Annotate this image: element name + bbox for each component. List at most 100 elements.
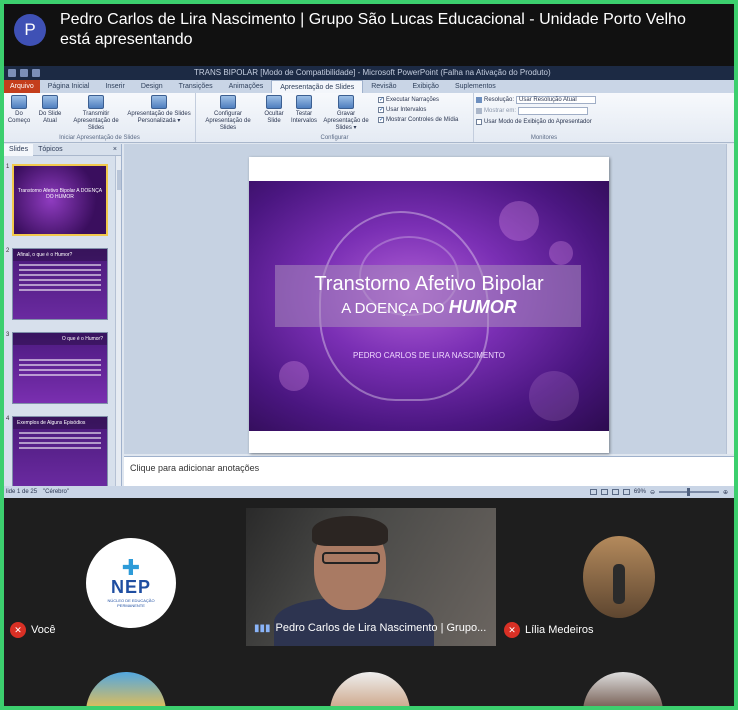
undo-icon[interactable] (20, 69, 28, 77)
slide-thumbnails: 1 Transtorno Afetivo Bipolar A DOENÇA DO… (4, 156, 121, 486)
medical-cross-icon: ✚ (121, 554, 141, 580)
speaker-video-tile[interactable]: ▮▮▮ Pedro Carlos de Lira Nascimento | Gr… (246, 508, 496, 646)
check-icon: ✓ (378, 96, 385, 103)
hide-slide-button[interactable]: Ocultar Slide (261, 95, 287, 132)
speaker-hair (312, 516, 388, 546)
thumb-number: 2 (6, 248, 10, 254)
slide-thumbnail[interactable]: O que é o Humor? (12, 332, 108, 404)
thumbnails-scrollbar[interactable] (115, 156, 121, 486)
from-current-button[interactable]: Do Slide Atual (35, 95, 65, 132)
slideshow-current-icon (42, 95, 58, 109)
thumb-title: Afinal, o que é o Humor? (13, 249, 107, 261)
from-start-button[interactable]: Do Começo (6, 95, 32, 132)
ppt-window-title: TRANS BIPOLAR [Modo de Compatibilidade] … (194, 68, 551, 77)
ribbon: Do Começo Do Slide Atual Transmitir Apre… (4, 93, 734, 143)
slide-thumbnail[interactable]: Transtorno Afetivo Bipolar A DOENÇA DO H… (12, 164, 108, 236)
show-on-select[interactable] (518, 106, 589, 115)
tab-topicos[interactable]: Tópicos (33, 146, 68, 153)
tab-design[interactable]: Design (133, 80, 171, 93)
slide-editing-area: Transtorno Afetivo Bipolar A DOENÇA DO H… (124, 144, 734, 454)
tab-animacoes[interactable]: Animações (221, 80, 272, 93)
tile-label-lilia: ✕ Lília Medeiros (504, 622, 593, 638)
hide-slide-icon (266, 95, 282, 109)
tab-transicoes[interactable]: Transições (171, 80, 221, 93)
tab-slides[interactable]: Slides (4, 143, 34, 156)
participant-avatar (583, 672, 663, 710)
tab-apresentacao[interactable]: Apresentação de Slides (271, 80, 364, 93)
avatar-lilia (583, 536, 655, 618)
participant-avatar (86, 672, 166, 710)
slide-thumbnail[interactable]: Exemplos de Alguns Episódios (12, 416, 108, 486)
slideshow-view-icon[interactable] (622, 489, 630, 495)
check-icon: ✓ (378, 116, 385, 123)
logo-subtext: NÚCLEO DE EDUCAÇÃO PERMANENTE (107, 597, 155, 608)
quick-access-toolbar[interactable] (8, 69, 40, 77)
monitor-icon (476, 107, 482, 114)
participant-avatar (330, 672, 410, 710)
ribbon-group-monitors: Resolução: Usar Resolução Atual Mostrar e… (474, 93, 614, 142)
close-pane-icon[interactable]: × (108, 146, 121, 153)
thumb-title: O que é o Humor? (13, 333, 107, 345)
thumb-number: 3 (6, 332, 10, 338)
broadcast-button[interactable]: Transmitir Apresentação de Slides (68, 95, 124, 132)
ribbon-group-label: Monitores (530, 135, 558, 141)
resolution-select[interactable]: Usar Resolução Atual (516, 95, 597, 104)
slide-subtitle: A DOENÇA DO HUMOR (341, 297, 517, 317)
presenter-avatar: P (14, 14, 46, 46)
custom-show-button[interactable]: Apresentação de Slides Personalizada ▾ (127, 95, 191, 132)
presenting-text: Pedro Carlos de Lira Nascimento | Grupo … (60, 11, 686, 48)
tab-revisao[interactable]: Revisão (363, 80, 404, 93)
notes-pane[interactable]: Clique para adicionar anotações (124, 456, 734, 486)
slides-pane-tabs: Slides Tópicos × (4, 143, 121, 156)
play-narrations-checkbox[interactable]: ✓ Executar Narrações (378, 95, 458, 104)
ribbon-group-label: Iniciar Apresentação de Slides (59, 135, 140, 141)
thumb-title: Exemplos de Alguns Episódios (13, 417, 107, 429)
zoom-slider[interactable] (658, 488, 719, 496)
rehearse-timings-button[interactable]: Testar Intervalos (290, 95, 318, 132)
tile-label-voce: ✕ Você (10, 622, 55, 638)
timer-icon (296, 95, 312, 109)
redo-icon[interactable] (32, 69, 40, 77)
zoom-in-icon[interactable]: ⊕ (723, 489, 728, 496)
slide-author: PEDRO CARLOS DE LIRA NASCIMENTO (353, 351, 505, 360)
zoom-out-icon[interactable]: ⊖ (650, 489, 655, 496)
tab-pagina-inicial[interactable]: Página Inicial (40, 80, 98, 93)
slide-scrollbar[interactable] (726, 144, 734, 454)
show-media-controls-checkbox[interactable]: ✓ Mostrar Controles de Mídia (378, 115, 458, 124)
ribbon-group-start: Do Começo Do Slide Atual Transmitir Apre… (4, 93, 196, 142)
tab-arquivo[interactable]: Arquivo (4, 80, 40, 93)
setup-icon (220, 95, 236, 109)
slide-title: Transtorno Afetivo Bipolar (314, 273, 544, 295)
ribbon-group-setup: Configurar Apresentação de Slides Oculta… (196, 93, 474, 142)
thumb-number: 4 (6, 416, 10, 422)
slide-background-image: Transtorno Afetivo Bipolar A DOENÇA DO H… (249, 181, 609, 431)
broadcast-icon (88, 95, 104, 109)
ppt-statusbar: lide 1 de 25 "Cérebro" 69% ⊖ ⊕ (4, 486, 734, 498)
sorter-view-icon[interactable] (600, 489, 608, 495)
current-slide[interactable]: Transtorno Afetivo Bipolar A DOENÇA DO H… (249, 157, 609, 453)
mic-off-icon: ✕ (10, 622, 26, 638)
save-icon[interactable] (8, 69, 16, 77)
slide-thumbnail[interactable]: Afinal, o que é o Humor? (12, 248, 108, 320)
theme-name: "Cérebro" (43, 489, 69, 495)
tab-exibicao[interactable]: Exibição (404, 80, 446, 93)
avatar-voce-logo: ✚ NEP NÚCLEO DE EDUCAÇÃO PERMANENTE (86, 538, 176, 628)
slide-counter: lide 1 de 25 (6, 489, 38, 495)
use-timings-checkbox[interactable]: ✓ Usar Intervalos (378, 105, 458, 114)
participant-grid: ✚ NEP NÚCLEO DE EDUCAÇÃO PERMANENTE ✕ Vo… (0, 498, 738, 710)
record-show-button[interactable]: Gravar Apresentação de Slides ▾ (321, 95, 371, 132)
zoom-level: 69% (633, 489, 646, 495)
slides-pane: Slides Tópicos × 1 Transtorno Afetivo Bi… (4, 143, 122, 486)
thumb-number: 1 (6, 164, 10, 170)
setup-show-button[interactable]: Configurar Apresentação de Slides (198, 95, 258, 132)
tile-label-speaker: ▮▮▮ Pedro Carlos de Lira Nascimento | Gr… (254, 622, 487, 634)
audio-wave-icon: ▮▮▮ (254, 622, 271, 634)
check-icon: ✓ (378, 106, 385, 113)
reading-view-icon[interactable] (611, 489, 619, 495)
tab-inserir[interactable]: Inserir (97, 80, 132, 93)
ppt-titlebar: TRANS BIPOLAR [Modo de Compatibilidade] … (4, 66, 734, 80)
presenter-view-checkbox[interactable]: Usar Modo de Exibição do Apresentador (476, 117, 612, 126)
tab-suplementos[interactable]: Suplementos (447, 80, 504, 93)
normal-view-icon[interactable] (589, 489, 597, 495)
record-icon (338, 95, 354, 109)
